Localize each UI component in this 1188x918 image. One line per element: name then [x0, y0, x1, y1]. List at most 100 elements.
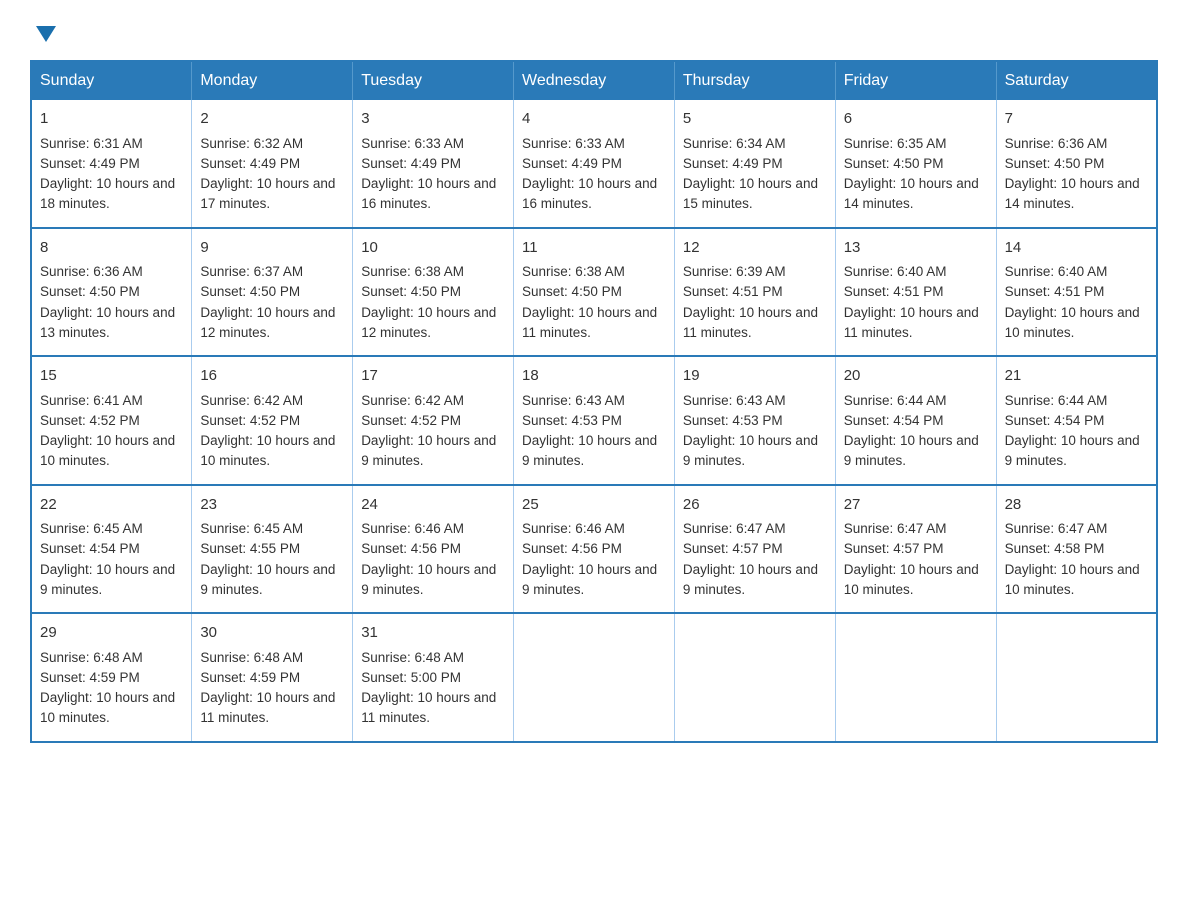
calendar-header-row: SundayMondayTuesdayWednesdayThursdayFrid…	[31, 61, 1157, 100]
calendar-cell: 28 Sunrise: 6:47 AM Sunset: 4:58 PM Dayligh…	[996, 485, 1157, 614]
daylight-label: Daylight: 10 hours and 9 minutes.	[522, 562, 657, 597]
sunset-label: Sunset: 4:50 PM	[361, 284, 461, 299]
day-number: 1	[40, 108, 183, 131]
sunset-label: Sunset: 4:51 PM	[1005, 284, 1105, 299]
weekday-header: Thursday	[674, 61, 835, 100]
sunset-label: Sunset: 5:00 PM	[361, 670, 461, 685]
daylight-label: Daylight: 10 hours and 11 minutes.	[683, 305, 818, 340]
sunset-label: Sunset: 4:54 PM	[1005, 413, 1105, 428]
sunrise-label: Sunrise: 6:37 AM	[200, 264, 303, 279]
weekday-header: Wednesday	[514, 61, 675, 100]
calendar-cell: 16Sunrise: 6:42 AMSunset: 4:52 PMDayligh…	[192, 356, 353, 485]
day-number: 12	[683, 237, 827, 260]
weekday-header: Sunday	[31, 61, 192, 100]
calendar-week-row: 1Sunrise: 6:31 AMSunset: 4:49 PMDaylight…	[31, 100, 1157, 228]
day-number: 16	[200, 365, 344, 388]
sunrise-label: Sunrise: 6:40 AM	[844, 264, 947, 279]
sunrise-label: Sunrise: 6:47 AM	[844, 521, 947, 536]
day-number: 11	[522, 237, 666, 260]
sunrise-label: Sunrise: 6:43 AM	[683, 393, 786, 408]
sunrise-label: Sunrise: 6:40 AM	[1005, 264, 1108, 279]
day-number: 29	[40, 622, 183, 645]
sunrise-label: Sunrise: 6:47 AM	[1005, 521, 1108, 536]
sunset-label: Sunset: 4:50 PM	[200, 284, 300, 299]
daylight-label: Daylight: 10 hours and 18 minutes.	[40, 176, 175, 211]
sunset-label: Sunset: 4:58 PM	[1005, 541, 1105, 556]
day-number: 8	[40, 237, 183, 260]
daylight-label: Daylight: 10 hours and 10 minutes.	[1005, 305, 1140, 340]
sunrise-label: Sunrise: 6:33 AM	[361, 136, 464, 151]
calendar-cell: 19Sunrise: 6:43 AMSunset: 4:53 PMDayligh…	[674, 356, 835, 485]
calendar-cell: 3 Sunrise: 6:33 AM Sunset: 4:49 PM Daylight…	[353, 100, 514, 228]
daylight-label: Daylight: 10 hours and 10 minutes.	[844, 562, 979, 597]
daylight-label: Daylight: 10 hours and 16 minutes.	[522, 176, 657, 211]
calendar-cell: 1Sunrise: 6:31 AMSunset: 4:49 PMDaylight…	[31, 100, 192, 228]
day-number: 21	[1005, 365, 1148, 388]
sunrise-label: Sunrise: 6:34 AM	[683, 136, 786, 151]
calendar-week-row: 8 Sunrise: 6:36 AM Sunset: 4:50 PM Daylight…	[31, 228, 1157, 357]
logo-triangle-icon	[33, 28, 56, 44]
sunrise-label: Sunrise: 6:35 AM	[844, 136, 947, 151]
sunrise-label: Sunrise: 6:42 AM	[200, 393, 303, 408]
daylight-label: Daylight: 10 hours and 14 minutes.	[1005, 176, 1140, 211]
calendar-cell: 9Sunrise: 6:37 AMSunset: 4:50 PMDaylight…	[192, 228, 353, 357]
sunrise-label: Sunrise: 6:44 AM	[844, 393, 947, 408]
daylight-label: Daylight: 10 hours and 9 minutes.	[683, 562, 818, 597]
day-number: 26	[683, 494, 827, 517]
sunrise-label: Sunrise: 6:46 AM	[522, 521, 625, 536]
sunset-label: Sunset: 4:50 PM	[522, 284, 622, 299]
sunrise-label: Sunrise: 6:36 AM	[40, 264, 143, 279]
day-number: 6	[844, 108, 988, 131]
sunset-label: Sunset: 4:53 PM	[522, 413, 622, 428]
sunset-label: Sunset: 4:56 PM	[522, 541, 622, 556]
day-number: 4	[522, 108, 666, 131]
calendar-cell: 31Sunrise: 6:48 AMSunset: 5:00 PMDayligh…	[353, 613, 514, 742]
logo	[30, 28, 56, 42]
sunrise-label: Sunrise: 6:39 AM	[683, 264, 786, 279]
day-number: 3	[361, 108, 505, 131]
day-number: 5	[683, 108, 827, 131]
day-number: 20	[844, 365, 988, 388]
daylight-label: Daylight: 10 hours and 9 minutes.	[361, 433, 496, 468]
sunrise-label: Sunrise: 6:36 AM	[1005, 136, 1108, 151]
sunrise-label: Sunrise: 6:44 AM	[1005, 393, 1108, 408]
sunrise-label: Sunrise: 6:48 AM	[200, 650, 303, 665]
calendar-cell: 10Sunrise: 6:38 AMSunset: 4:50 PMDayligh…	[353, 228, 514, 357]
daylight-label: Daylight: 10 hours and 12 minutes.	[200, 305, 335, 340]
sunset-label: Sunset: 4:59 PM	[200, 670, 300, 685]
calendar-cell: 21Sunrise: 6:44 AMSunset: 4:54 PMDayligh…	[996, 356, 1157, 485]
sunrise-label: Sunrise: 6:47 AM	[683, 521, 786, 536]
sunrise-label: Sunrise: 6:43 AM	[522, 393, 625, 408]
day-number: 30	[200, 622, 344, 645]
day-number: 22	[40, 494, 183, 517]
calendar-cell: 12 Sunrise: 6:39 AM Sunset: 4:51 PM Dayligh…	[674, 228, 835, 357]
day-number: 31	[361, 622, 505, 645]
daylight-label: Daylight: 10 hours and 11 minutes.	[522, 305, 657, 340]
sunset-label: Sunset: 4:49 PM	[361, 156, 461, 171]
daylight-label: Daylight: 10 hours and 12 minutes.	[361, 305, 496, 340]
sunset-label: Sunset: 4:49 PM	[683, 156, 783, 171]
calendar-cell	[996, 613, 1157, 742]
daylight-label: Daylight: 10 hours and 16 minutes.	[361, 176, 496, 211]
daylight-label: Daylight: 10 hours and 14 minutes.	[844, 176, 979, 211]
calendar-week-row: 29Sunrise: 6:48 AMSunset: 4:59 PMDayligh…	[31, 613, 1157, 742]
daylight-label: Daylight: 10 hours and 10 minutes.	[1005, 562, 1140, 597]
weekday-header: Monday	[192, 61, 353, 100]
day-number: 28	[1005, 494, 1148, 517]
sunset-label: Sunset: 4:51 PM	[683, 284, 783, 299]
day-number: 2	[200, 108, 344, 131]
daylight-label: Daylight: 10 hours and 9 minutes.	[200, 562, 335, 597]
calendar-cell	[674, 613, 835, 742]
daylight-label: Daylight: 10 hours and 9 minutes.	[361, 562, 496, 597]
sunrise-label: Sunrise: 6:45 AM	[40, 521, 143, 536]
daylight-label: Daylight: 10 hours and 11 minutes.	[844, 305, 979, 340]
day-number: 25	[522, 494, 666, 517]
calendar-cell	[835, 613, 996, 742]
daylight-label: Daylight: 10 hours and 9 minutes.	[40, 562, 175, 597]
day-number: 24	[361, 494, 505, 517]
day-number: 27	[844, 494, 988, 517]
calendar-cell: 17Sunrise: 6:42 AMSunset: 4:52 PMDayligh…	[353, 356, 514, 485]
daylight-label: Daylight: 10 hours and 10 minutes.	[40, 433, 175, 468]
daylight-label: Daylight: 10 hours and 13 minutes.	[40, 305, 175, 340]
weekday-header: Saturday	[996, 61, 1157, 100]
